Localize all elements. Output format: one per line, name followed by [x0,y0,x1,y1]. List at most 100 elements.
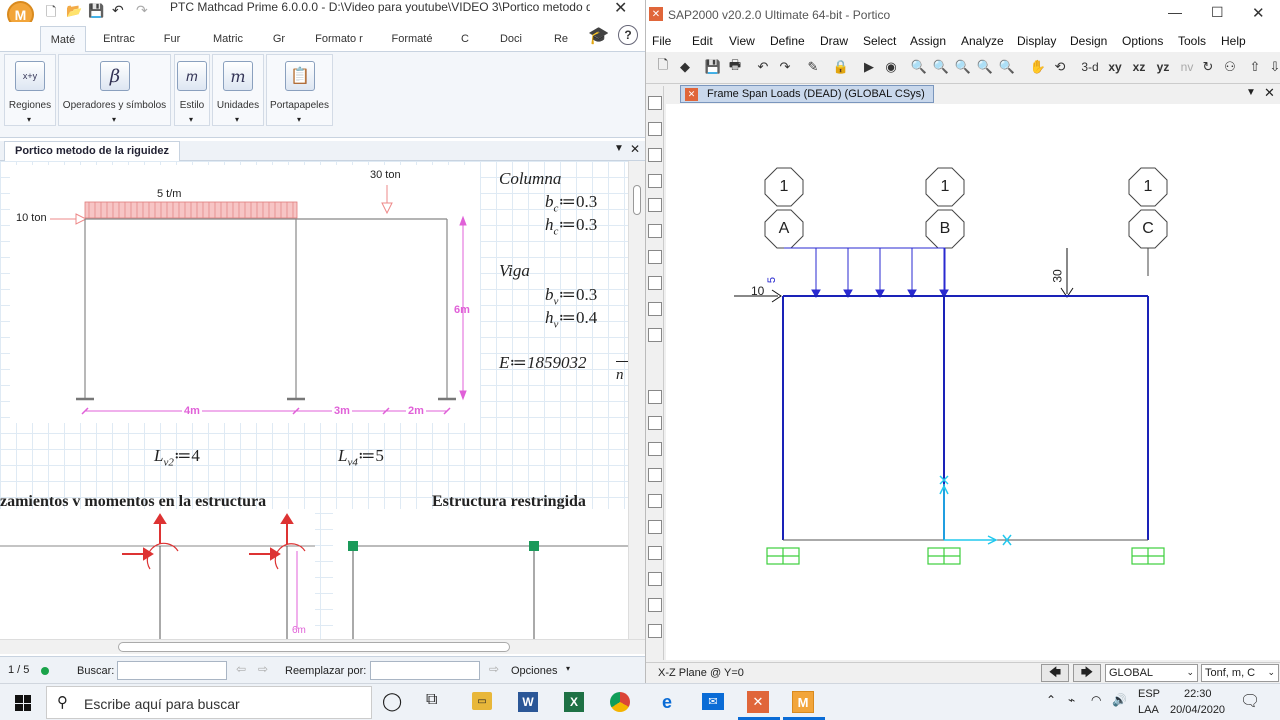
math-region[interactable]: bc≔0.3 [545,192,597,214]
excel-icon[interactable]: X [564,692,584,712]
task-view-icon[interactable]: ⧉ [426,691,437,709]
view-xy-button[interactable]: xy [1105,58,1125,76]
chevron-down-icon[interactable]: ▾ [566,664,570,673]
vertical-scrollbar[interactable] [628,161,645,639]
close-icon[interactable]: ✕ [1252,4,1265,22]
language-indicator[interactable]: ESP [1138,688,1160,700]
mathcad-worksheet[interactable]: 5 t/m 30 ton 10 ton 6m 4m 3m 2m Columna … [0,161,628,639]
tab-recursos[interactable]: Re [544,26,578,52]
scroll-thumb[interactable] [118,642,510,652]
pencil-icon[interactable]: ✎ [804,58,822,76]
chevron-up-icon[interactable]: ⌃ [1046,693,1056,707]
view-3d-button[interactable]: 3-d [1079,58,1101,76]
sap2000-taskbar-icon[interactable]: ✕ [747,691,769,713]
draw-frame-icon[interactable] [648,174,662,188]
select-all-icon[interactable] [648,546,662,560]
print-icon[interactable]: 🖶 [726,57,744,76]
ribbon-group-portapapeles[interactable]: 📋 Portapapeles ▾ [266,54,333,126]
save-icon[interactable]: 💾 [704,58,722,76]
redo-icon[interactable]: ↷ [776,58,794,76]
move-down-icon[interactable]: ⇩ [1266,58,1280,76]
snap-intersection-icon[interactable] [648,442,662,456]
maximize-icon[interactable]: ☐ [1211,4,1224,21]
clear-selection-icon[interactable] [648,598,662,612]
math-region[interactable]: Lv4≔5 [338,446,384,468]
tab-funciones[interactable]: Fur [152,26,192,52]
cortana-icon[interactable]: ◯ [382,691,402,712]
refresh-icon[interactable]: ↻ [1199,58,1217,76]
open-icon[interactable]: ◆ [676,58,694,76]
tab-formato-texto[interactable]: Formaté [382,26,442,52]
units-select[interactable]: Tonf, m, C ⌄ [1201,664,1279,682]
view-yz-button[interactable]: yz [1153,58,1173,76]
graduation-cap-icon[interactable]: 🎓 [588,26,609,46]
snap-end-icon[interactable] [648,416,662,430]
view-nv-button[interactable]: nv [1177,58,1197,76]
tab-graficos[interactable]: Gr [262,26,296,52]
save-icon[interactable]: 💾 [88,3,104,19]
undo-icon[interactable]: ↶ [754,58,772,76]
zoom-window-icon[interactable]: 🔍 [910,58,928,76]
sap-model-canvas[interactable]: 1 A 1 B 1 C 10 5 30 [666,104,1280,660]
draw-frame-quick-icon[interactable] [648,198,662,212]
draw-section-icon[interactable] [648,328,662,342]
clock-date[interactable]: 20/04/2020 [1170,704,1225,716]
volume-icon[interactable]: 🔊 [1112,693,1127,707]
chevron-down-icon[interactable]: ▼ [1246,87,1256,98]
clock-time[interactable]: 22:30 [1184,688,1212,700]
document-tab[interactable]: Portico metodo de la riguidez [4,141,181,161]
math-region[interactable]: hc≔0.3 [545,215,597,237]
draw-area-icon[interactable] [648,250,662,264]
math-region[interactable]: Columna [499,169,561,189]
previous-plane-button[interactable]: 🡄 [1041,664,1069,682]
view-xz-button[interactable]: xz [1129,58,1149,76]
ribbon-group-unidades[interactable]: m Unidades ▾ [212,54,264,126]
minimize-icon[interactable]: — [1168,4,1182,20]
replace-arrow-icon[interactable]: ⇨ [489,662,499,676]
word-icon[interactable]: W [518,692,538,712]
move-up-icon[interactable]: ⇧ [1246,58,1264,76]
new-model-icon[interactable]: 🗋 [654,57,672,76]
keyboard-layout[interactable]: LAA [1138,704,1159,716]
redo-icon[interactable]: ↷ [136,2,148,19]
notification-icon[interactable]: 🗨 [1240,691,1260,711]
math-region[interactable]: bv≔0.3 [545,285,597,307]
scroll-thumb[interactable] [633,185,641,215]
mail-icon[interactable]: ✉ [702,693,724,710]
wifi-icon[interactable]: ◠ [1091,693,1101,707]
next-plane-button[interactable]: 🡆 [1073,664,1101,682]
rotate-icon[interactable]: ⟲ [1051,58,1069,76]
draw-rect-area-icon[interactable] [648,302,662,316]
draw-point-icon[interactable] [648,148,662,162]
ribbon-group-regiones[interactable]: x+y Regiones ▾ [4,54,56,126]
menu-draw[interactable]: Draw [820,30,848,52]
ribbon-group-estilo[interactable]: m Estilo ▾ [174,54,210,126]
file-explorer-icon[interactable]: ▭ [472,692,492,710]
tab-calculo[interactable]: C [452,26,478,52]
undo-icon[interactable]: ↶ [112,2,124,19]
select-intersect-icon[interactable] [648,624,662,638]
chrome-icon[interactable] [610,692,630,712]
math-region[interactable]: E≔1859032 [499,353,586,373]
pan-hand-icon[interactable]: ✋ [1029,58,1047,76]
arrow-right-icon[interactable]: ⇨ [258,662,268,676]
mathcad-taskbar-icon[interactable]: M [792,691,814,713]
coordinate-system-select[interactable]: GLOBAL ⌄ [1105,664,1198,682]
tab-documento[interactable]: Doci [488,26,534,52]
menu-define[interactable]: Define [770,30,805,52]
arrow-left-icon[interactable]: ⇦ [236,662,246,676]
menu-assign[interactable]: Assign [910,30,946,52]
windows-start-icon[interactable] [15,695,31,711]
network-icon[interactable]: ⌁ [1068,693,1075,707]
zoom-out-icon[interactable]: 🔍 [954,58,972,76]
lock-icon[interactable]: 🔒 [832,58,850,76]
reshape-tool-icon[interactable] [648,122,662,136]
math-region[interactable]: hv≔0.4 [545,308,597,330]
menu-analyze[interactable]: Analyze [961,30,1004,52]
open-folder-icon[interactable]: 📂 [66,3,82,19]
zoom-previous-icon[interactable]: 🔍 [998,58,1016,76]
snap-line-icon[interactable] [648,494,662,508]
menu-design[interactable]: Design [1070,30,1107,52]
snap-grid-icon[interactable] [648,520,662,534]
menu-view[interactable]: View [729,30,755,52]
